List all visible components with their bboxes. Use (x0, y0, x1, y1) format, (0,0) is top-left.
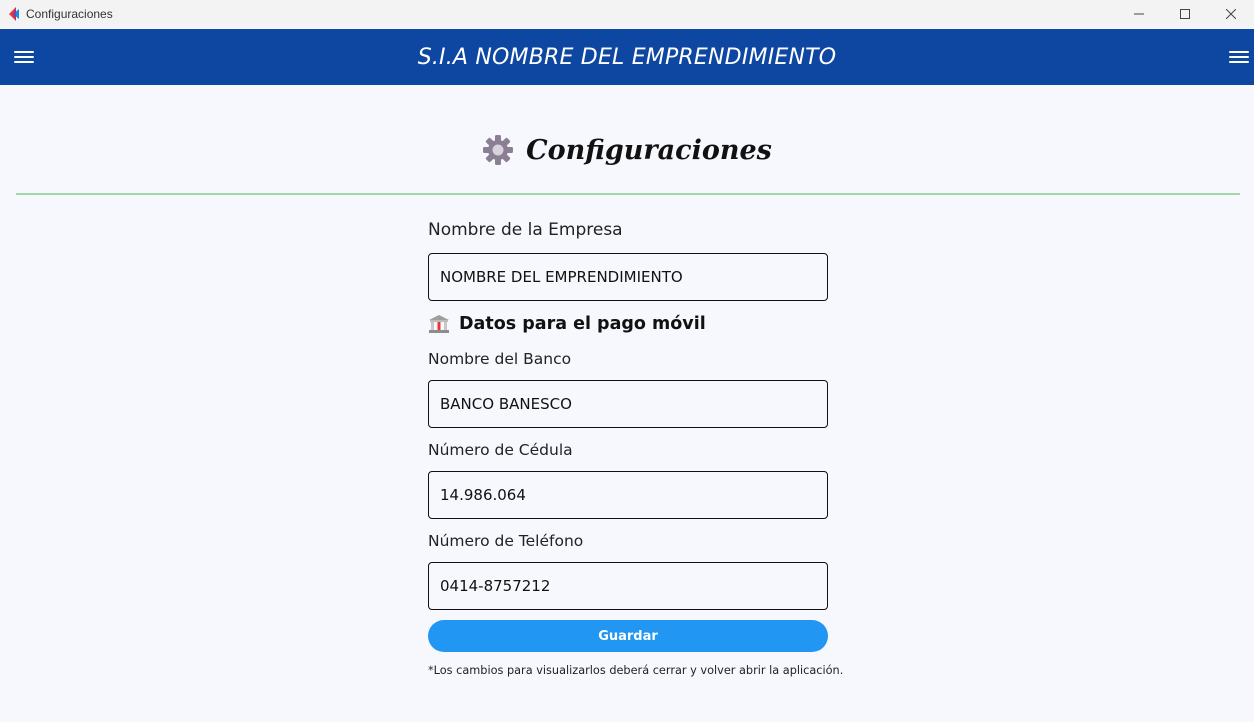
id-number-field[interactable] (428, 471, 828, 519)
restart-note: *Los cambios para visualizarlos deberá c… (428, 664, 844, 677)
maximize-button[interactable] (1162, 0, 1208, 28)
minimize-icon (1134, 13, 1144, 15)
company-name-input[interactable] (429, 254, 827, 300)
company-name-label: Nombre de la Empresa (428, 220, 623, 240)
gear-icon (483, 135, 514, 165)
page-heading: Configuraciones (0, 128, 1254, 172)
bank-name-field[interactable] (428, 380, 828, 428)
app-header: S.I.A NOMBRE DEL EMPRENDIMIENTO (0, 29, 1254, 85)
section-title: Datos para el pago móvil (459, 314, 706, 334)
save-button[interactable]: Guardar (428, 620, 828, 652)
phone-number-label: Número de Teléfono (428, 532, 584, 550)
phone-number-field[interactable] (428, 562, 828, 610)
page-title: Configuraciones (526, 134, 772, 166)
close-icon (1226, 9, 1236, 19)
phone-number-input[interactable] (429, 563, 827, 609)
minimize-button[interactable] (1116, 0, 1162, 28)
bank-name-label: Nombre del Banco (428, 350, 572, 368)
close-button[interactable] (1208, 0, 1254, 28)
bank-name-input[interactable] (429, 381, 827, 427)
mobile-payment-section-header: Datos para el pago móvil (428, 314, 706, 334)
maximize-icon (1180, 9, 1190, 19)
heading-divider (16, 193, 1240, 195)
window-title: Configuraciones (26, 7, 113, 21)
company-name-field[interactable] (428, 253, 828, 301)
bank-icon (429, 315, 449, 333)
id-number-label: Número de Cédula (428, 441, 573, 459)
window-title-bar: Configuraciones (0, 0, 1254, 28)
options-menu-button[interactable] (1224, 29, 1254, 85)
id-number-input[interactable] (429, 472, 827, 518)
menu-icon (1229, 50, 1249, 64)
app-title: S.I.A NOMBRE DEL EMPRENDIMIENTO (417, 45, 837, 70)
app-logo-icon (7, 7, 21, 21)
